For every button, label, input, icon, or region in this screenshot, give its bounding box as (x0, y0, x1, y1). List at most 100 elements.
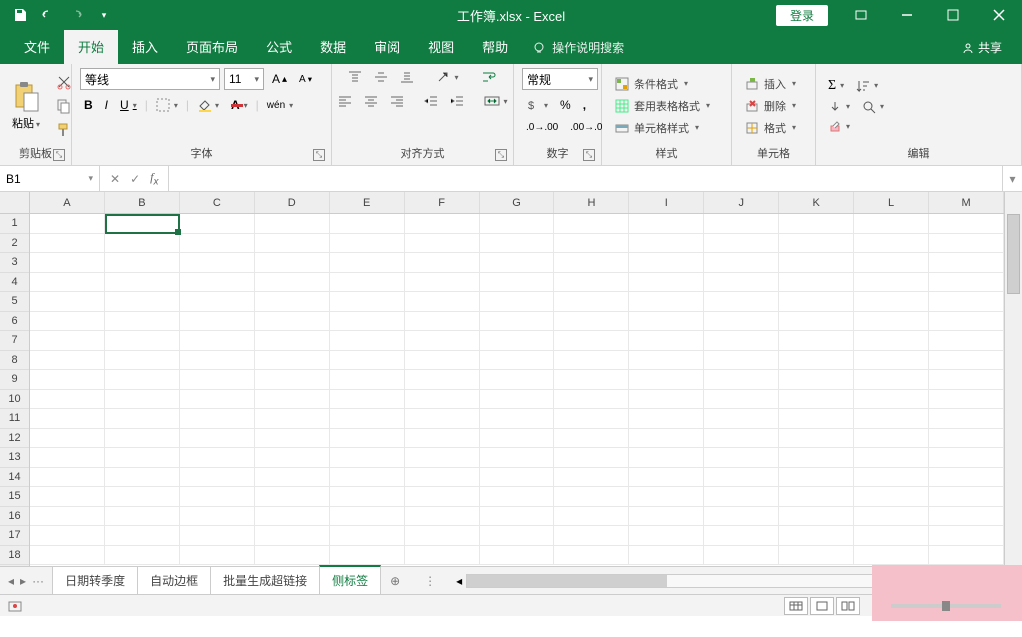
cell[interactable] (929, 448, 1004, 468)
align-middle-icon[interactable] (370, 68, 392, 86)
cell[interactable] (105, 234, 180, 254)
cell[interactable] (405, 292, 480, 312)
cell[interactable] (255, 370, 330, 390)
cell[interactable] (779, 429, 854, 449)
formula-bar-expand-icon[interactable]: ▾ (1002, 166, 1022, 191)
cell[interactable] (480, 253, 555, 273)
clear-icon[interactable] (824, 118, 854, 136)
sort-filter-icon[interactable] (852, 77, 882, 95)
align-center-icon[interactable] (360, 92, 382, 110)
cell[interactable] (30, 526, 105, 546)
cell[interactable] (30, 331, 105, 351)
cell[interactable] (480, 390, 555, 410)
cell[interactable] (629, 351, 704, 371)
cell[interactable] (180, 331, 255, 351)
normal-view-icon[interactable] (784, 597, 808, 615)
cell[interactable] (105, 546, 180, 566)
cell[interactable] (929, 409, 1004, 429)
cell[interactable] (30, 507, 105, 527)
cell[interactable] (854, 390, 929, 410)
cell[interactable] (704, 312, 779, 332)
cell[interactable] (929, 487, 1004, 507)
accounting-format-icon[interactable]: $ (522, 96, 552, 114)
cell[interactable] (105, 331, 180, 351)
cell[interactable] (255, 234, 330, 254)
cell[interactable] (854, 409, 929, 429)
cell[interactable] (554, 234, 629, 254)
cell[interactable] (30, 390, 105, 410)
select-all-button[interactable] (0, 192, 29, 214)
column-header[interactable]: D (255, 192, 330, 213)
row-header[interactable]: 6 (0, 312, 29, 332)
number-dialog-icon[interactable]: ⤡ (583, 149, 595, 161)
cell[interactable] (330, 331, 405, 351)
column-header[interactable]: L (854, 192, 929, 213)
login-button[interactable]: 登录 (776, 5, 828, 26)
column-header[interactable]: I (629, 192, 704, 213)
cell[interactable] (405, 448, 480, 468)
tab-formulas[interactable]: 公式 (252, 29, 306, 64)
cell[interactable] (105, 253, 180, 273)
cell[interactable] (105, 448, 180, 468)
cell[interactable] (330, 429, 405, 449)
decrease-indent-icon[interactable] (420, 92, 442, 110)
cell[interactable] (330, 390, 405, 410)
cells-area[interactable] (30, 214, 1004, 565)
cell[interactable] (554, 331, 629, 351)
ribbon-display-icon[interactable] (838, 0, 884, 30)
cell[interactable] (330, 546, 405, 566)
hscroll-left-icon[interactable]: ◂ (456, 574, 462, 588)
sheet-tab-3[interactable]: 批量生成超链接 (210, 566, 320, 594)
align-right-icon[interactable] (386, 92, 408, 110)
row-header[interactable]: 4 (0, 273, 29, 293)
cell[interactable] (180, 546, 255, 566)
column-header[interactable]: C (180, 192, 255, 213)
cell[interactable] (704, 546, 779, 566)
cell[interactable] (929, 507, 1004, 527)
cell[interactable] (30, 468, 105, 488)
zoom-slider[interactable] (891, 604, 1001, 608)
row-header[interactable]: 9 (0, 370, 29, 390)
maximize-icon[interactable] (930, 0, 976, 30)
align-dialog-icon[interactable]: ⤡ (495, 149, 507, 161)
cell[interactable] (105, 390, 180, 410)
font-dialog-icon[interactable]: ⤡ (313, 149, 325, 161)
minimize-icon[interactable] (884, 0, 930, 30)
tab-home[interactable]: 开始 (64, 29, 118, 64)
delete-cells-button[interactable]: 删除 (740, 96, 800, 116)
underline-button[interactable]: U (116, 96, 141, 114)
cell[interactable] (255, 546, 330, 566)
insert-cells-button[interactable]: 插入 (740, 74, 800, 94)
cell[interactable] (779, 292, 854, 312)
cell[interactable] (30, 312, 105, 332)
cell[interactable] (105, 507, 180, 527)
cell[interactable] (779, 448, 854, 468)
align-bottom-icon[interactable] (396, 68, 418, 86)
cell[interactable] (30, 448, 105, 468)
qat-customize-icon[interactable]: ▾ (92, 3, 116, 27)
conditional-format-button[interactable]: 条件格式 (610, 74, 692, 94)
cell[interactable] (105, 409, 180, 429)
column-header[interactable]: B (105, 192, 180, 213)
cell[interactable] (405, 409, 480, 429)
cell[interactable] (554, 214, 629, 234)
cell[interactable] (330, 448, 405, 468)
cell[interactable] (30, 487, 105, 507)
cell[interactable] (480, 546, 555, 566)
format-painter-icon[interactable] (54, 120, 74, 140)
cell[interactable] (554, 390, 629, 410)
cell[interactable] (929, 214, 1004, 234)
tab-file[interactable]: 文件 (10, 29, 64, 64)
cell[interactable] (330, 273, 405, 293)
row-header[interactable]: 12 (0, 429, 29, 449)
cell[interactable] (854, 253, 929, 273)
cell[interactable] (330, 468, 405, 488)
page-break-view-icon[interactable] (836, 597, 860, 615)
cell[interactable] (554, 448, 629, 468)
row-header[interactable]: 8 (0, 351, 29, 371)
cell[interactable] (480, 234, 555, 254)
cell[interactable] (255, 331, 330, 351)
tab-review[interactable]: 审阅 (360, 29, 414, 64)
tell-me[interactable]: 操作说明搜索 (522, 31, 634, 64)
cell[interactable] (704, 487, 779, 507)
